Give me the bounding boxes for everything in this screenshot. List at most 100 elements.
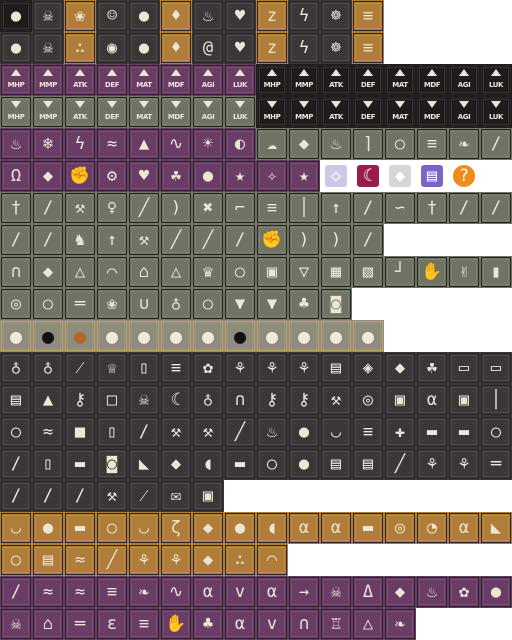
orb-tile: ● xyxy=(256,320,288,352)
stat-label: MDF xyxy=(423,113,441,121)
bread-icon: ▬ xyxy=(458,422,470,442)
herb-icon: ⚘ xyxy=(138,550,150,570)
paper-tile: □ xyxy=(96,384,128,416)
icon-row: ● ☠ ❀ ☺ ● ♦ ♨ ♥ z ϟ ☸ ≡ xyxy=(0,0,384,32)
stat-label: MHP xyxy=(7,113,25,121)
spider-icon: ☸ xyxy=(330,38,342,58)
stick-icon: ╱ xyxy=(234,422,246,442)
icon-row: Ω ◆ ✊ ⚙ ♥ ☘ ● ★ ✧ ★ ◇ ☾ ◆ ▤? xyxy=(0,160,480,192)
icon-row: ● ☠ ∴ ◉ ● ♦ @ ♥ z ϟ ☸ ≡ xyxy=(0,32,384,64)
skull-tile: ☠ xyxy=(0,608,32,640)
sword-tile: / xyxy=(32,224,64,256)
boots-tile: ┘ xyxy=(384,256,416,288)
ice-icon: ❄ xyxy=(42,134,54,154)
spider-tile: ☸ xyxy=(320,32,352,64)
tower-tile: ♖ xyxy=(320,608,352,640)
sleep-icon: z xyxy=(266,38,278,58)
bird-tile: v xyxy=(256,608,288,640)
mug-icon: ▯ xyxy=(42,454,54,474)
noodle-icon: ≈ xyxy=(74,550,86,570)
axe-tile: ⚒ xyxy=(64,192,96,224)
arrow-down-icon xyxy=(235,101,245,108)
staff-tile: ╱ xyxy=(160,224,192,256)
axe-icon: ⚒ xyxy=(106,486,118,506)
heart-break-icon: ♥ xyxy=(234,6,246,26)
gem-icon: ◆ xyxy=(394,358,406,378)
sword-icon: / xyxy=(10,230,22,250)
egg-tile: ○ xyxy=(0,416,32,448)
bag-icon: ◙ xyxy=(330,294,342,314)
buff-tile: AGI xyxy=(448,64,480,96)
arrow-down-icon xyxy=(75,101,85,108)
shrimp-tile: ζ xyxy=(160,512,192,544)
arrow-up-icon xyxy=(171,69,181,76)
cloth-icon: ▦ xyxy=(330,262,342,282)
debuff-tile: MAT xyxy=(384,96,416,128)
flower-tile: ✿ xyxy=(448,576,480,608)
orb-icon: ● xyxy=(490,582,502,602)
book-icon: ▤ xyxy=(426,166,438,186)
arrow-down-icon xyxy=(363,101,373,108)
wind-tile: ∿ xyxy=(160,576,192,608)
potion-tile: ♁ xyxy=(0,352,32,384)
buff-tile: DEF xyxy=(352,64,384,96)
egg-icon: ○ xyxy=(10,422,22,442)
hat-tile: △ xyxy=(64,256,96,288)
letter-tile: ✉ xyxy=(160,480,192,512)
key-tile: ⚷ xyxy=(256,384,288,416)
gear-icon: ⚙ xyxy=(106,166,118,186)
crossbow-icon: ✖ xyxy=(202,198,214,218)
chevron-tile: ⌉ xyxy=(352,128,384,160)
icon-row: ♁ ♁ ⁄ ♕ ▯ ≡ ✿ ⚘ ⚘ ⚘ ▤ ◈ ◆ ☘ ▭ ▭ xyxy=(0,352,512,384)
bird-icon: v xyxy=(234,582,246,602)
arrow-up-icon xyxy=(363,69,373,76)
sword-icon: / xyxy=(138,422,150,442)
light-tile: ☀ xyxy=(192,128,224,160)
herb-tile: ⚘ xyxy=(224,352,256,384)
heart-icon: ♥ xyxy=(138,166,150,186)
brush-icon: ╱ xyxy=(394,454,406,474)
blade-tile: ∕ xyxy=(352,192,384,224)
debuff-tile: LUK xyxy=(480,96,512,128)
moon-tile: ☾ xyxy=(352,160,384,192)
orb-icon: ● xyxy=(233,324,247,348)
book-tile: ▤ xyxy=(352,448,384,480)
sword-tile: / xyxy=(480,192,512,224)
herb-tile: ⚘ xyxy=(128,544,160,576)
apple-tile: ● xyxy=(288,416,320,448)
grin-icon: ☺ xyxy=(106,6,118,26)
feather-icon: ❧ xyxy=(394,614,406,634)
cake-icon: ▤ xyxy=(42,550,54,570)
coin-icon: ◎ xyxy=(362,390,374,410)
skull-tile: ☠ xyxy=(320,576,352,608)
stat-label: MMP xyxy=(39,81,57,89)
icon-row: / ≈ ≈ ≡ ❧ ∿ α v α → ☠ Δ ◆ ♨ ✿ ● xyxy=(0,576,512,608)
void-tile: ● xyxy=(0,32,32,64)
hood-tile: ⌂ xyxy=(128,256,160,288)
glove-icon: ✋ xyxy=(421,262,443,282)
lantern-icon: ▯ xyxy=(106,422,118,442)
leek-icon: ╱ xyxy=(106,550,118,570)
bow-icon: ) xyxy=(330,230,342,250)
bow-tile: ) xyxy=(320,224,352,256)
shrimp-icon: ζ xyxy=(170,518,182,538)
water-tile: ≈ xyxy=(96,128,128,160)
bread-tile: ▬ xyxy=(448,416,480,448)
egg-tile: ○ xyxy=(480,416,512,448)
buff-tile: MDF xyxy=(160,64,192,96)
tower-icon: ♖ xyxy=(330,614,342,634)
orb-icon: ● xyxy=(73,324,87,348)
crown-icon: ♛ xyxy=(202,262,214,282)
brooch-tile: ❀ xyxy=(96,288,128,320)
icon-row: † / ⚒ ♀ ╱) ✖ ⌐ ≡ │ ↑ ∕ ∽ † / / xyxy=(0,192,512,224)
soup-icon: ◡ xyxy=(10,518,22,538)
orb-tile: ● xyxy=(320,320,352,352)
orb-tile: ● xyxy=(128,320,160,352)
stat-label: MMP xyxy=(295,113,313,121)
rod-icon: │ xyxy=(298,198,310,218)
fire-icon: ♨ xyxy=(10,134,22,154)
buff-tile: ATK xyxy=(320,64,352,96)
stat-label: MAT xyxy=(392,113,408,121)
knife-tile: / xyxy=(64,480,96,512)
herb-tile: ⚘ xyxy=(160,544,192,576)
